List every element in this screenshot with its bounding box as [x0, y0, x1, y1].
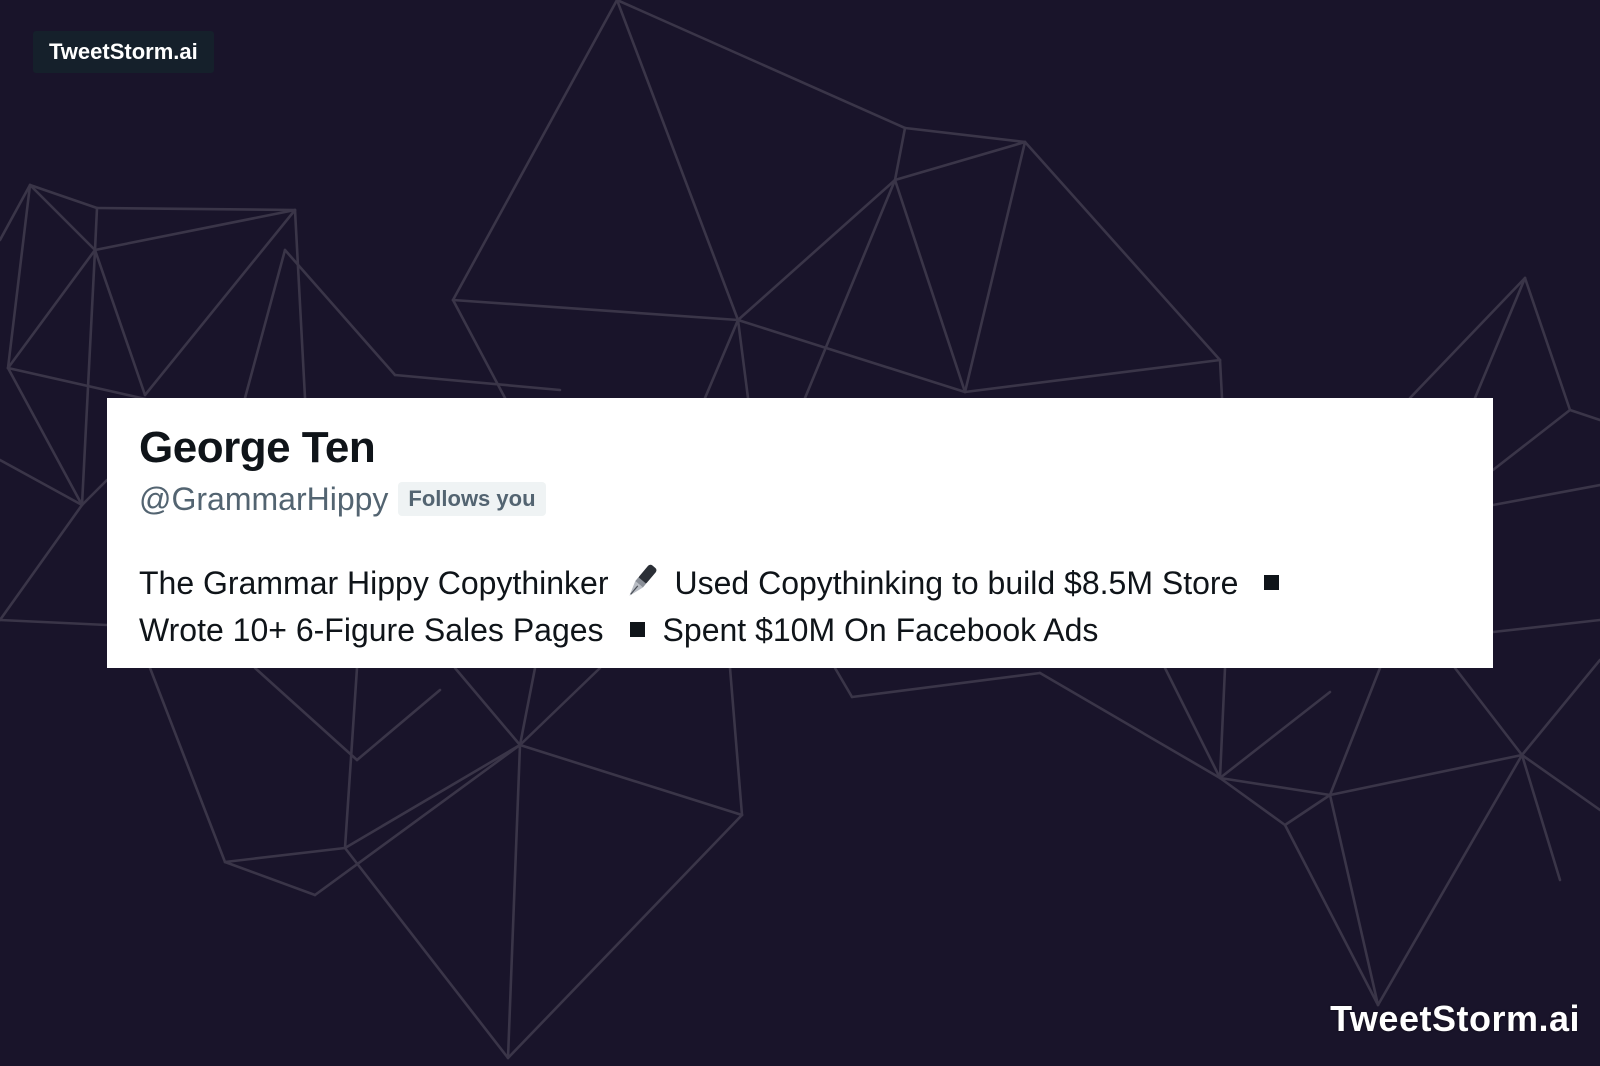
bio-part-1: The Grammar Hippy Copythinker	[139, 565, 609, 601]
black-square-icon	[629, 622, 645, 637]
bio-line-2: Wrote 10+ 6-Figure Sales Pages Spent $10M…	[139, 607, 1461, 654]
fountain-pen-icon	[629, 564, 657, 596]
profile-card: George Ten @GrammarHippy Follows you The…	[107, 398, 1493, 668]
bio-part-3: Wrote 10+ 6-Figure Sales Pages	[139, 612, 604, 648]
bio-part-2: Used Copythinking to build $8.5M Store	[674, 565, 1239, 601]
bio-line-1: The Grammar Hippy Copythinker Used Copyt…	[139, 560, 1461, 607]
profile-bio: The Grammar Hippy Copythinker Used Copyt…	[139, 560, 1461, 654]
handle-row: @GrammarHippy Follows you	[139, 478, 1461, 520]
black-square-icon	[1264, 575, 1280, 590]
brand-logo-top: TweetStorm.ai	[33, 31, 214, 73]
user-handle[interactable]: @GrammarHippy	[139, 481, 388, 518]
bio-part-4: Spent $10M On Facebook Ads	[662, 612, 1099, 648]
display-name: George Ten	[139, 423, 376, 472]
follows-you-badge: Follows you	[398, 482, 546, 516]
brand-watermark-bottom: TweetStorm.ai	[1330, 998, 1580, 1039]
